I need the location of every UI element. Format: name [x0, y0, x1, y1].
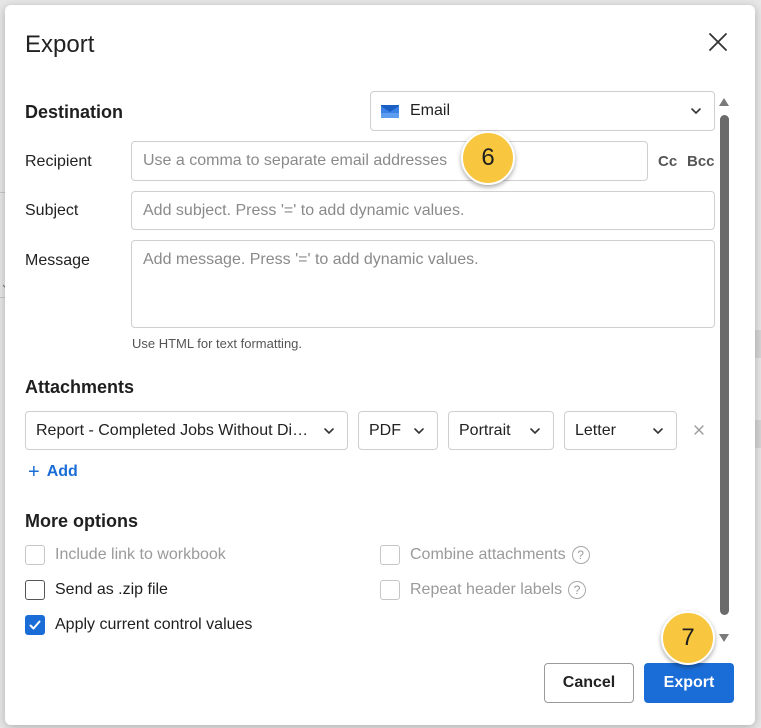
chevron-down-icon	[691, 108, 701, 115]
destination-value: Email	[410, 102, 451, 119]
combine-attachments-label: Combine attachments	[410, 546, 566, 563]
attachments-heading: Attachments	[25, 377, 135, 397]
dialog-title: Export	[25, 31, 95, 58]
apply-control-values-option: Apply current control values	[25, 615, 252, 635]
apply-control-values-label: Apply current control values	[55, 616, 253, 633]
attachment-format-value: PDF	[369, 421, 401, 439]
chevron-down-icon	[414, 427, 424, 434]
export-dialog: Export Destination Email Recipient Cc Bc…	[5, 5, 755, 725]
bcc-button[interactable]: Bcc	[687, 153, 715, 170]
attachment-orientation-select[interactable]: Portrait	[448, 411, 554, 450]
export-button[interactable]: Export	[644, 663, 734, 703]
send-zip-label: Send as .zip file	[55, 581, 168, 598]
include-link-option: Include link to workbook	[25, 545, 226, 565]
attachment-page-size-value: Letter	[575, 421, 616, 439]
help-icon[interactable]: ?	[571, 546, 590, 564]
destination-select[interactable]: Email	[370, 91, 715, 131]
scroll-up-arrow-icon[interactable]	[718, 97, 730, 107]
checkmark-icon	[29, 620, 41, 630]
step-callout-badge: 7	[661, 611, 715, 665]
recipient-label: Recipient	[25, 153, 92, 170]
subject-input[interactable]	[131, 191, 715, 230]
message-label: Message	[25, 252, 90, 269]
plus-icon: +	[28, 461, 40, 483]
more-options-heading: More options	[25, 511, 138, 531]
add-attachment-label: Add	[46, 463, 78, 480]
add-attachment-button[interactable]: + Add	[28, 461, 78, 483]
repeat-header-checkbox[interactable]	[380, 580, 400, 600]
chevron-down-icon	[653, 427, 663, 434]
scrollbar-thumb[interactable]	[720, 115, 729, 615]
cancel-button[interactable]: Cancel	[544, 663, 634, 703]
help-icon[interactable]: ?	[568, 581, 587, 599]
message-help-text: Use HTML for text formatting.	[132, 336, 303, 351]
recipient-input[interactable]	[131, 141, 648, 181]
close-icon[interactable]	[705, 29, 731, 55]
message-textarea[interactable]	[131, 240, 715, 328]
repeat-header-label: Repeat header labels	[410, 581, 563, 598]
repeat-header-option: Repeat header labels ?	[380, 580, 587, 600]
attachment-format-select[interactable]: PDF	[358, 411, 438, 450]
destination-heading: Destination	[25, 102, 124, 122]
combine-attachments-checkbox[interactable]	[380, 545, 400, 565]
envelope-icon	[381, 104, 399, 118]
subject-label: Subject	[25, 202, 79, 219]
send-zip-option: Send as .zip file	[25, 580, 168, 600]
include-link-label: Include link to workbook	[55, 546, 226, 563]
attachment-page-size-select[interactable]: Letter	[564, 411, 677, 450]
attachment-orientation-value: Portrait	[459, 421, 511, 439]
remove-attachment-icon[interactable]	[693, 424, 705, 436]
step-callout-badge: 6	[461, 131, 515, 185]
chevron-down-icon	[530, 427, 540, 434]
send-zip-checkbox[interactable]	[25, 580, 45, 600]
cc-button[interactable]: Cc	[658, 153, 677, 170]
attachment-report-value: Report - Completed Jobs Without Di…	[36, 421, 309, 439]
attachment-report-select[interactable]: Report - Completed Jobs Without Di…	[25, 411, 348, 450]
include-link-checkbox[interactable]	[25, 545, 45, 565]
combine-attachments-option: Combine attachments ?	[380, 545, 590, 565]
chevron-down-icon	[324, 427, 334, 434]
apply-control-values-checkbox[interactable]	[25, 615, 45, 635]
scroll-down-arrow-icon[interactable]	[718, 633, 730, 643]
